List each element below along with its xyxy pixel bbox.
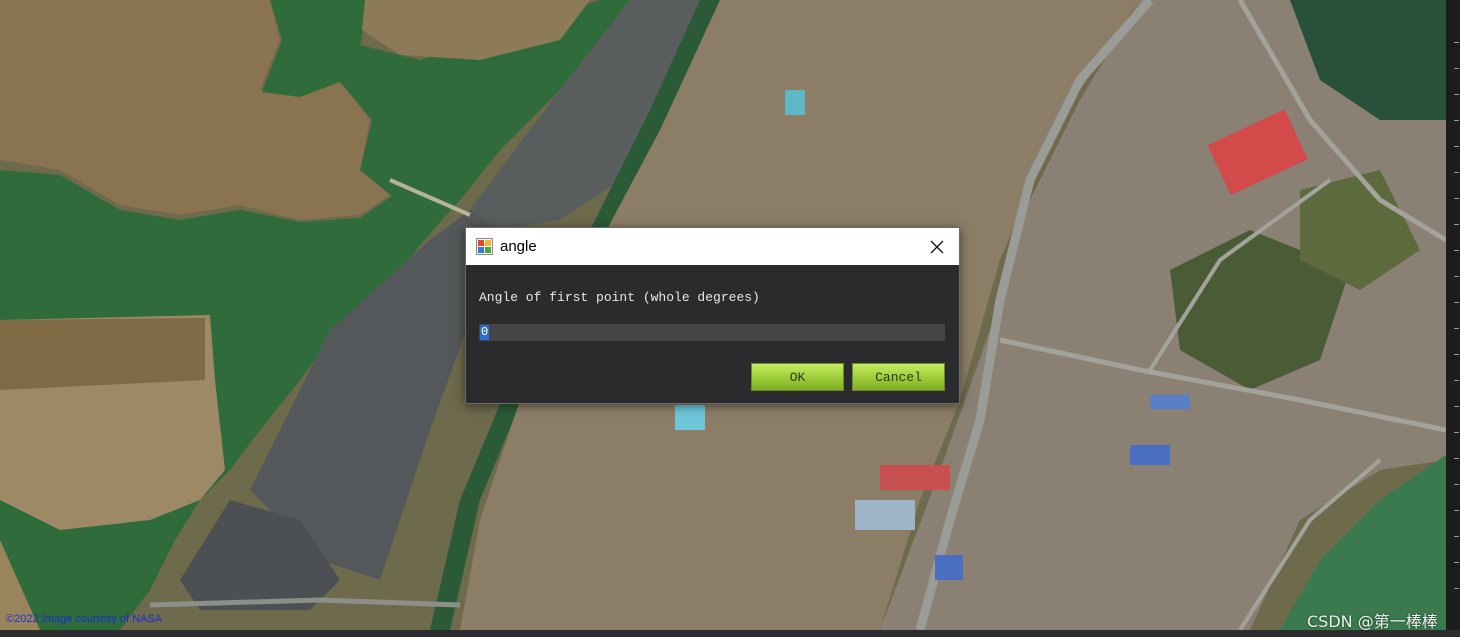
- angle-input[interactable]: 0: [479, 324, 945, 341]
- angle-dialog: angle Angle of first point (whole degree…: [465, 227, 960, 404]
- csdn-watermark: CSDN @第一棒棒: [1307, 612, 1438, 631]
- dialog-title: angle: [500, 238, 537, 255]
- map-scrollbar[interactable]: [1446, 0, 1460, 630]
- bottom-border: [0, 630, 1460, 637]
- dialog-body: Angle of first point (whole degrees) 0 O…: [466, 265, 959, 403]
- close-icon: [930, 240, 944, 253]
- imagery-credit: ©2022 Image courtesy of NASA: [6, 613, 163, 625]
- cancel-button[interactable]: Cancel: [852, 363, 945, 391]
- close-button[interactable]: [915, 228, 959, 265]
- app-icon: [476, 238, 493, 255]
- ok-button[interactable]: OK: [751, 363, 844, 391]
- prompt-label: Angle of first point (whole degrees): [479, 290, 760, 305]
- angle-input-value: 0: [480, 325, 490, 340]
- dialog-titlebar[interactable]: angle: [466, 228, 959, 265]
